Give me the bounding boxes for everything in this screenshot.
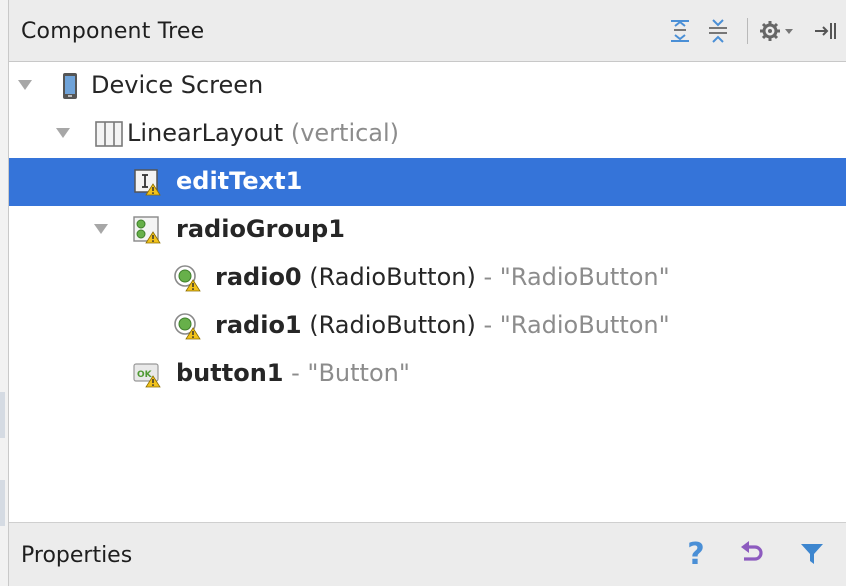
- tree-node-label: radio1 (RadioButton) - "RadioButton": [215, 311, 670, 339]
- undo-icon[interactable]: [735, 537, 769, 571]
- node-type: (vertical): [290, 119, 400, 147]
- properties-title: Properties: [21, 543, 133, 568]
- filter-icon[interactable]: [795, 537, 829, 571]
- phone-device-icon: [57, 72, 83, 100]
- edge-marker: [0, 480, 5, 526]
- component-tree-panel: Component Tree Device Screen LinearLayou…: [9, 0, 846, 586]
- tree-node-radio0[interactable]: radio0 (RadioButton) - "RadioButton": [9, 254, 846, 302]
- tree-node-device-screen[interactable]: Device Screen: [9, 62, 846, 110]
- node-name: radioGroup1: [176, 215, 345, 243]
- collapse-all-icon[interactable]: [703, 16, 733, 46]
- toolbar-separator: [747, 18, 748, 44]
- edit-text-warning-icon: [133, 168, 161, 196]
- tree-node-radio1[interactable]: radio1 (RadioButton) - "RadioButton": [9, 302, 846, 350]
- expand-arrow-icon[interactable]: [18, 80, 32, 90]
- node-type: (RadioButton): [309, 263, 476, 291]
- node-type: (RadioButton): [309, 311, 476, 339]
- node-text: - "RadioButton": [483, 263, 670, 291]
- radio-button-warning-icon: [173, 312, 201, 340]
- tree-node-label: radio0 (RadioButton) - "RadioButton": [215, 263, 670, 291]
- node-text: - "Button": [291, 359, 410, 387]
- expand-arrow-icon[interactable]: [94, 224, 108, 234]
- button-warning-icon: OK: [133, 360, 161, 388]
- linear-layout-icon: [95, 120, 123, 148]
- node-name: Device Screen: [91, 71, 264, 99]
- node-name: editText1: [176, 167, 303, 195]
- tree-node-linearlayout[interactable]: LinearLayout (vertical): [9, 110, 846, 158]
- tree-node-label: radioGroup1: [176, 215, 345, 243]
- help-glyph: ?: [687, 536, 705, 572]
- node-name: radio1: [215, 311, 302, 339]
- tree-node-label: editText1: [176, 167, 302, 195]
- node-text: - "RadioButton": [483, 311, 670, 339]
- node-name: radio0: [215, 263, 302, 291]
- tree-node-label: Device Screen: [91, 71, 263, 99]
- tree-node-label: button1 - "Button": [176, 359, 410, 387]
- node-name: LinearLayout: [127, 119, 284, 147]
- tree-node-button1[interactable]: OK button1 - "Button": [9, 350, 846, 398]
- panel-title: Component Tree: [21, 19, 205, 44]
- tree-node-label: LinearLayout (vertical): [127, 119, 399, 147]
- tree-node-edittext1[interactable]: editText1: [9, 158, 846, 206]
- expand-arrow-icon[interactable]: [56, 128, 70, 138]
- edge-marker: [0, 392, 5, 438]
- tree-node-radiogroup1[interactable]: radioGroup1: [9, 206, 846, 254]
- svg-text:OK: OK: [137, 370, 153, 380]
- properties-header: Properties ?: [9, 522, 846, 586]
- radio-group-warning-icon: [133, 216, 161, 244]
- component-tree-header: Component Tree: [9, 0, 846, 62]
- left-edge-strip: [0, 0, 9, 586]
- expand-all-icon[interactable]: [665, 16, 695, 46]
- node-name: button1: [176, 359, 284, 387]
- radio-button-warning-icon: [173, 264, 201, 292]
- help-icon[interactable]: ?: [679, 536, 713, 572]
- gear-menu-icon[interactable]: [757, 16, 801, 46]
- hide-panel-icon[interactable]: [811, 16, 841, 46]
